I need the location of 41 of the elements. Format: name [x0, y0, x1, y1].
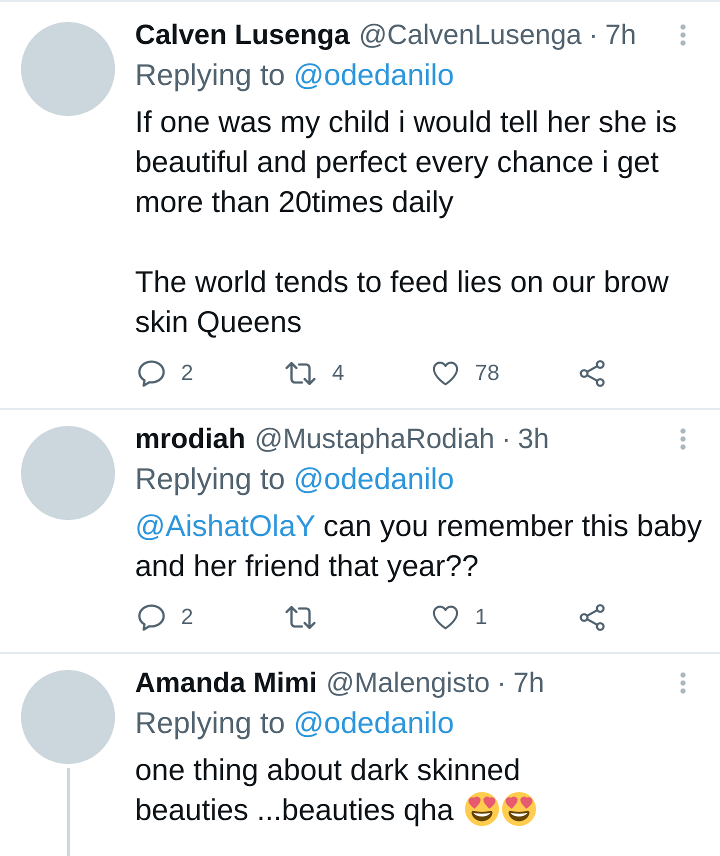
separator: · — [496, 667, 506, 699]
tweet-text: one thing about dark skinned beauties ...beauties qha — [135, 751, 710, 831]
heart-eyes-emoji-icon — [464, 792, 499, 826]
heart-eyes-emoji-icon — [502, 792, 536, 826]
post-time[interactable]: 7h — [513, 667, 544, 699]
mention-link[interactable]: @odedanilo — [293, 463, 454, 496]
share-icon — [579, 604, 606, 630]
mention-link[interactable]: @odedanilo — [293, 707, 454, 740]
like-button[interactable]: 78 — [429, 357, 500, 389]
mention-link[interactable]: @odedanilo — [293, 59, 454, 92]
heart-icon — [432, 604, 459, 630]
post-time[interactable]: 7h — [605, 19, 636, 51]
separator: · — [588, 19, 598, 51]
repost-button[interactable]: 4 — [282, 357, 344, 389]
tweet-text: The world tends to feed lies on our brow skin Queens — [135, 265, 670, 341]
more-options-icon[interactable] — [680, 672, 686, 694]
more-options-icon[interactable] — [680, 24, 686, 46]
tweet-text: If one was my child i would tell her she is beautiful and perfect every chance i get more than 20times daily — [135, 105, 678, 221]
repost-arrows-icon — [285, 604, 316, 630]
mention-link[interactable]: @AishatOlaY — [135, 510, 315, 543]
user-name[interactable]: Calven Lusenga — [135, 19, 350, 51]
user-name[interactable]: Amanda Mimi — [135, 667, 318, 699]
replying-to-text: Replying to @odedanilo — [135, 58, 456, 94]
user-handle[interactable]: @Malengisto — [326, 667, 490, 699]
speech-bubble-icon — [138, 360, 165, 386]
replying-to-text: Replying to @odedanilo — [135, 462, 456, 498]
post-time[interactable]: 3h — [518, 423, 550, 455]
heart-icon — [432, 360, 459, 386]
tweet-text: @AishatOlaY can you remember this baby and her friend that year?? — [135, 509, 703, 585]
share-icon — [579, 360, 606, 386]
speech-bubble-icon — [138, 604, 165, 630]
reply-button[interactable]: 2 — [135, 601, 194, 633]
replying-to-text: Replying to @odedanilo — [135, 706, 456, 742]
reply-button[interactable]: 2 — [135, 357, 194, 389]
user-handle[interactable]: @CalvenLusenga — [358, 19, 582, 51]
separator: · — [502, 423, 511, 455]
more-options-icon[interactable] — [680, 428, 686, 450]
like-button[interactable]: 1 — [429, 601, 488, 633]
user-handle[interactable]: @MustaphaRodiah — [254, 423, 495, 455]
user-name[interactable]: mrodiah — [135, 423, 246, 455]
repost-arrows-icon — [285, 360, 316, 386]
